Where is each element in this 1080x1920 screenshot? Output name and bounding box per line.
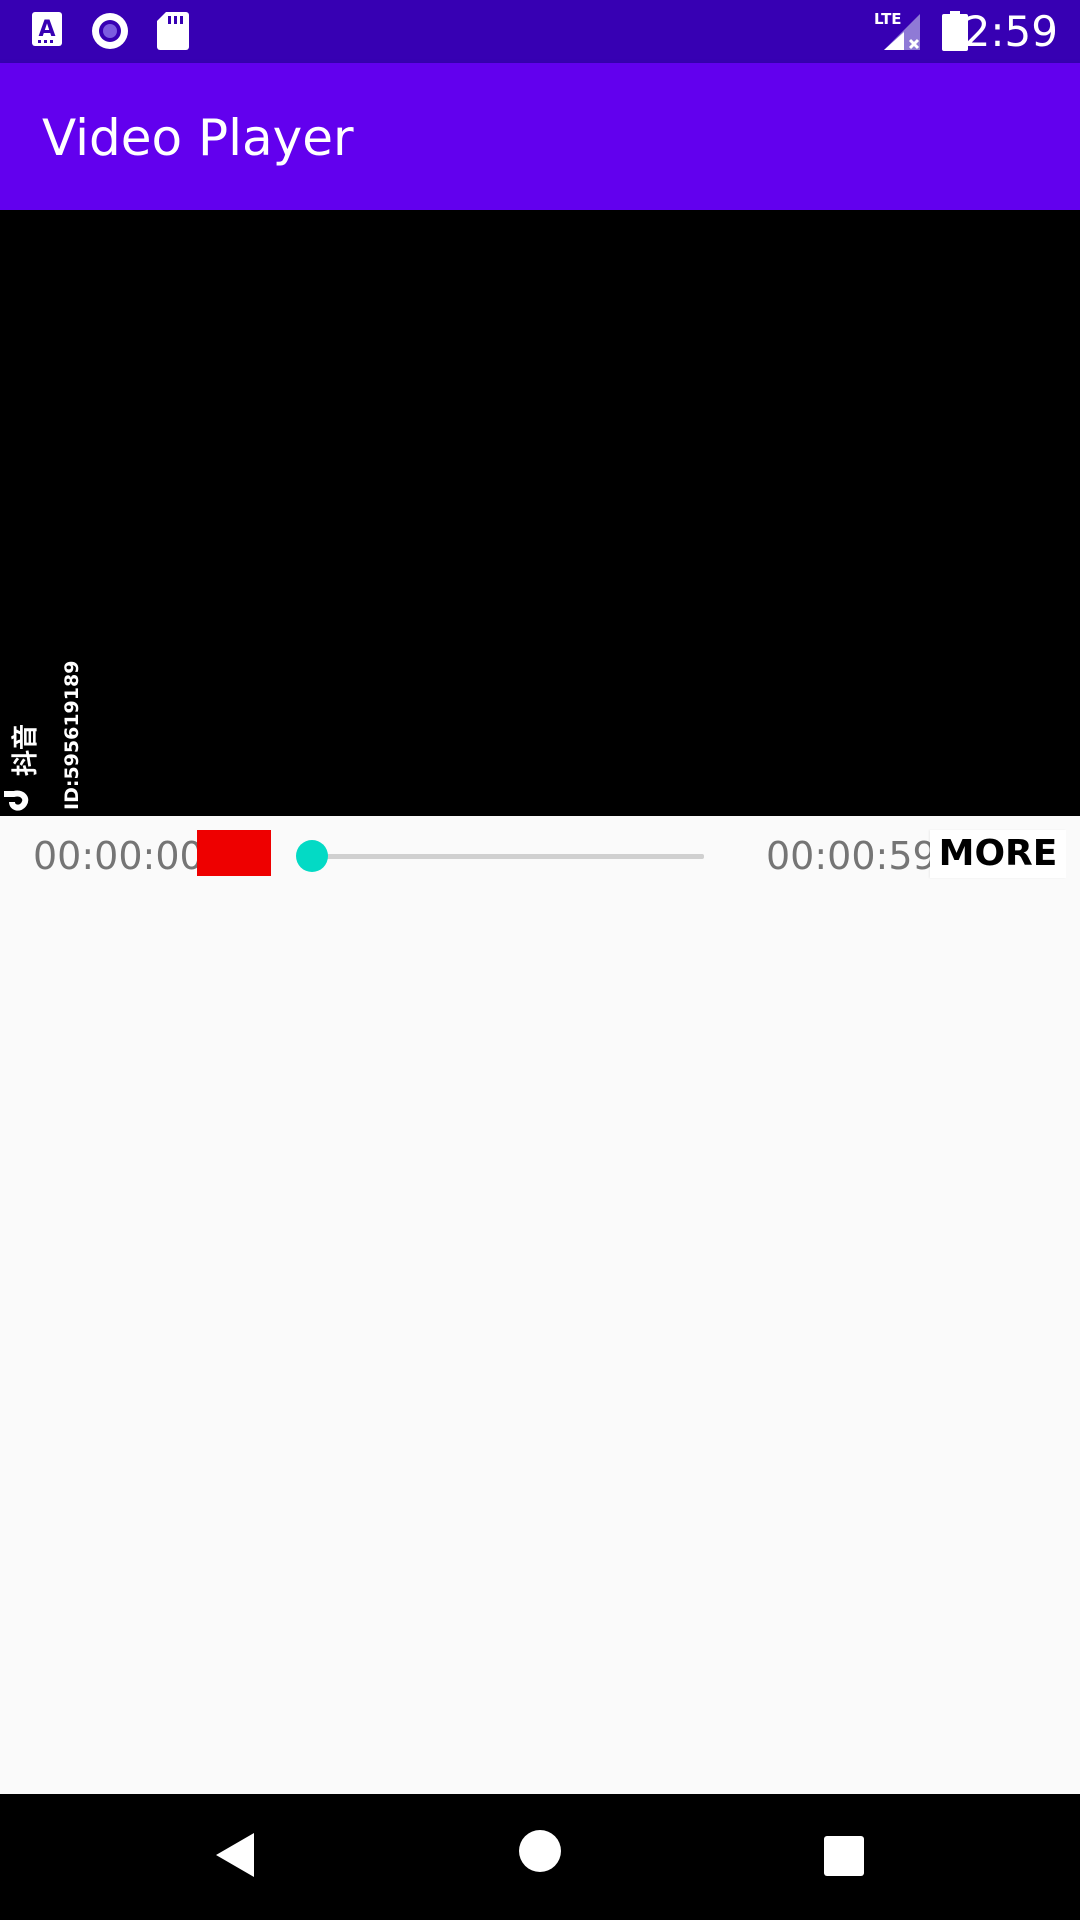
- a-notification-icon: A: [32, 12, 62, 50]
- watermark-id: ID:595619189: [61, 661, 83, 810]
- navigation-bar: [0, 1794, 1080, 1920]
- sd-card-icon: [157, 12, 189, 50]
- app-title: Video Player: [42, 109, 354, 167]
- current-time: 00:00:00: [33, 834, 204, 878]
- video-surface[interactable]: 抖音 ID:595619189: [0, 210, 1080, 816]
- recents-icon[interactable]: [824, 1836, 880, 1892]
- back-icon[interactable]: [212, 1830, 268, 1886]
- svg-text:LTE: LTE: [874, 10, 902, 28]
- seek-track: [298, 854, 704, 859]
- playback-controls: 00:00:00 00:00:59 MORE: [0, 816, 1080, 896]
- watermark-brand: 抖音: [10, 724, 41, 776]
- app-bar: Video Player: [0, 63, 1080, 210]
- seek-thumb[interactable]: [296, 840, 328, 872]
- status-time: 2:59: [963, 7, 1058, 56]
- douyin-watermark: 抖音 ID:595619189: [0, 654, 86, 814]
- lte-signal-icon: LTE: [874, 10, 926, 50]
- record-button[interactable]: [197, 830, 271, 876]
- more-button[interactable]: MORE: [930, 830, 1066, 878]
- total-time: 00:00:59: [766, 834, 937, 878]
- svg-text:A: A: [38, 17, 55, 42]
- status-bar: A LTE 2:59: [0, 0, 1080, 63]
- home-icon[interactable]: [518, 1829, 574, 1885]
- radio-record-icon: [91, 12, 129, 50]
- douyin-logo-icon: [0, 783, 29, 811]
- seekbar[interactable]: [296, 840, 704, 902]
